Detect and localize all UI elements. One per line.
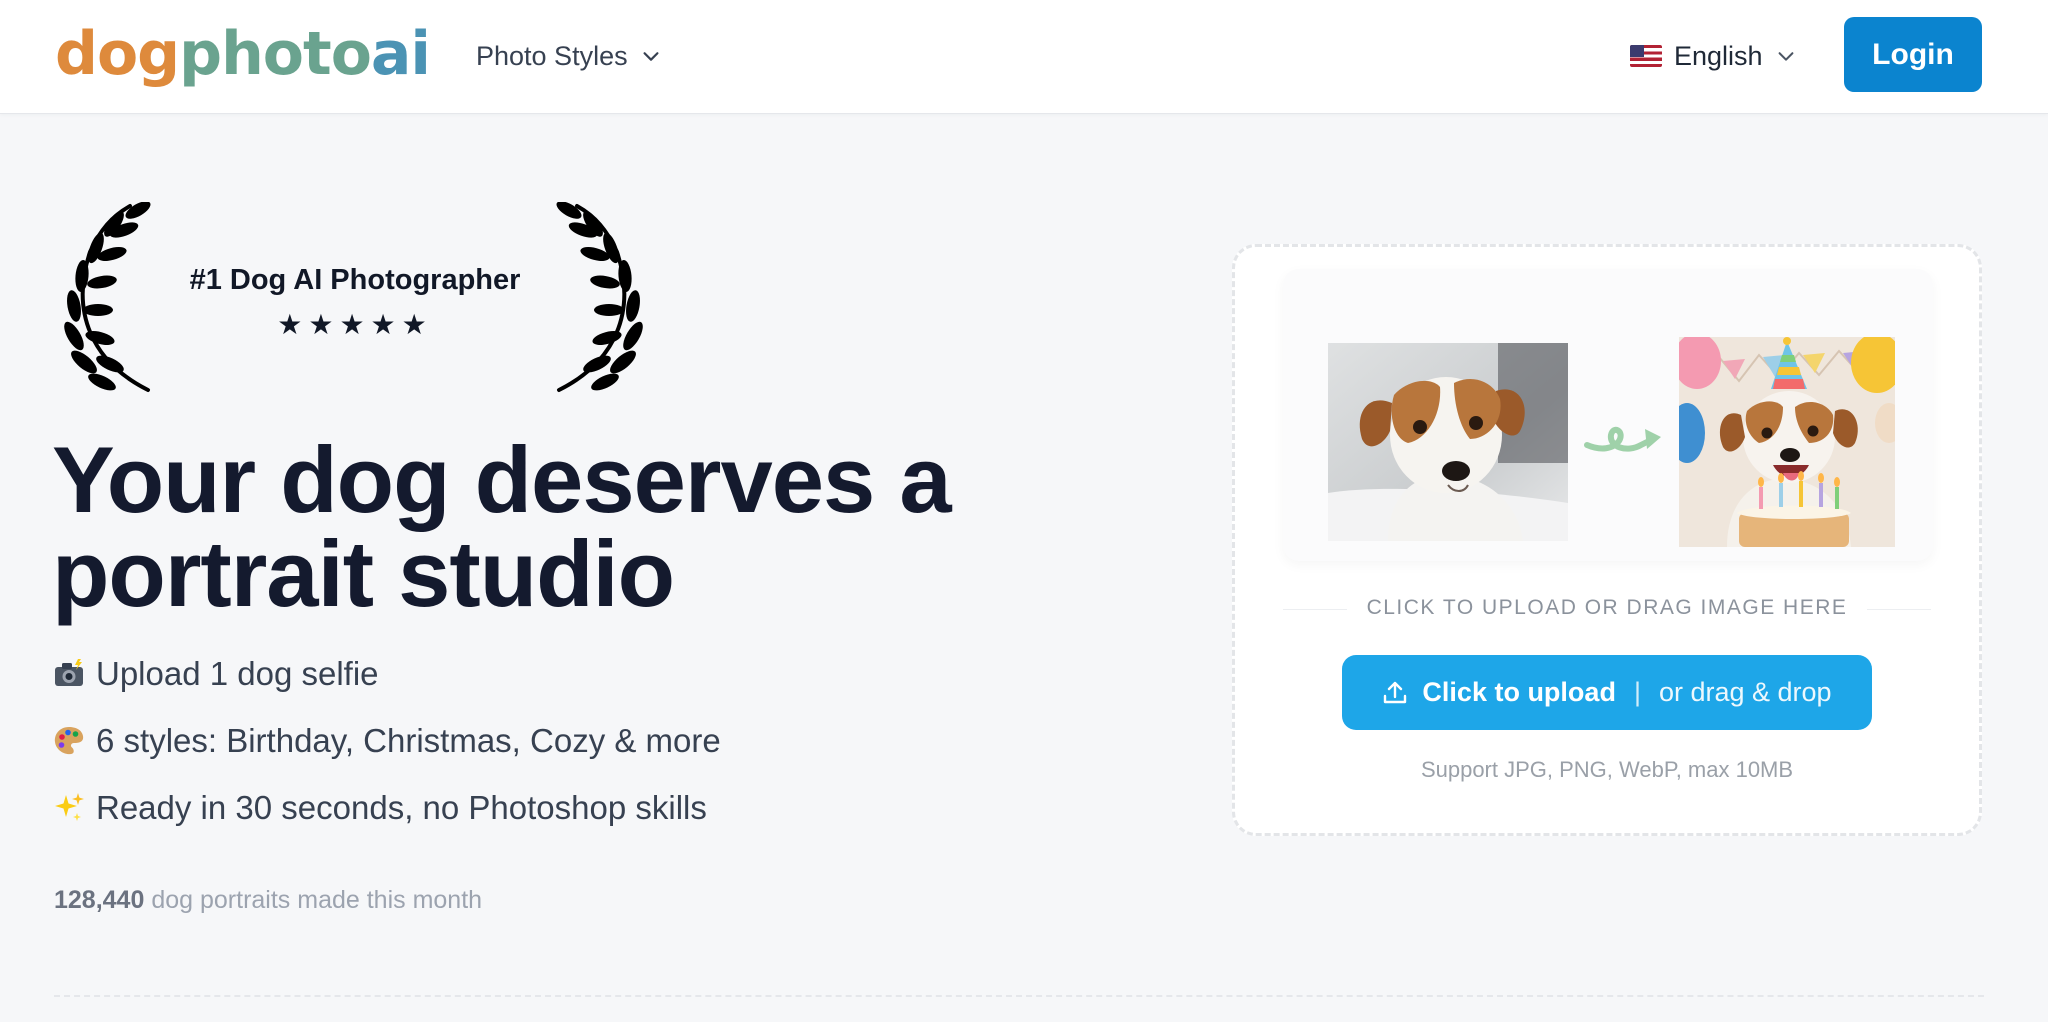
us-flag-icon bbox=[1630, 45, 1662, 67]
portrait-counter: 128,440 dog portraits made this month bbox=[54, 886, 482, 915]
upload-button-label: Click to upload bbox=[1422, 677, 1616, 707]
feature-item: 6 styles: Birthday, Christmas, Cozy & mo… bbox=[52, 719, 721, 763]
logo-part-ai: ai bbox=[370, 19, 431, 89]
logo[interactable]: dogphotoai bbox=[55, 14, 431, 94]
hero-title-line2: portrait studio bbox=[52, 521, 675, 626]
sparkles-icon bbox=[55, 793, 84, 821]
hero-title: Your dog deserves a portrait studio bbox=[52, 433, 1002, 621]
section-divider bbox=[54, 995, 1984, 997]
upload-icon bbox=[1384, 681, 1407, 703]
language-selector[interactable]: English bbox=[1630, 36, 1797, 76]
feature-item: Ready in 30 seconds, no Photoshop skills bbox=[52, 786, 721, 830]
feature-list: Upload 1 dog selfie 6 styles: Birthday, … bbox=[52, 652, 721, 853]
login-button[interactable]: Login bbox=[1844, 17, 1982, 92]
portrait-count: 128,440 bbox=[54, 886, 145, 914]
before-dog-photo bbox=[1328, 343, 1568, 541]
laurel-left-icon bbox=[64, 202, 151, 392]
chevron-down-icon bbox=[643, 52, 659, 61]
top-navbar: dogphotoai Photo Styles English Login bbox=[0, 0, 2048, 114]
supported-formats: Support JPG, PNG, WebP, max 10MB bbox=[1420, 757, 1794, 782]
feature-text: 6 styles: Birthday, Christmas, Cozy & mo… bbox=[96, 722, 721, 759]
hero-title-line1: Your dog deserves a bbox=[52, 427, 952, 532]
award-title: #1 Dog AI Photographer bbox=[189, 264, 521, 296]
award-stars: ★★★★★ bbox=[277, 309, 433, 340]
logo-part-dog: dog bbox=[55, 19, 180, 89]
palette-icon bbox=[54, 727, 84, 755]
chevron-down-icon bbox=[1778, 52, 1793, 61]
upload-button[interactable]: Click to upload | or drag & drop bbox=[1342, 655, 1872, 730]
photo-styles-label: Photo Styles bbox=[476, 40, 628, 71]
after-birthday-dog-photo bbox=[1679, 337, 1895, 547]
upload-instruction: CLICK TO UPLOAD OR DRAG IMAGE HERE bbox=[1366, 596, 1848, 619]
portrait-count-label: dog portraits made this month bbox=[151, 886, 483, 914]
feature-text: Ready in 30 seconds, no Photoshop skills bbox=[96, 789, 707, 826]
laurel-right-icon bbox=[556, 202, 643, 392]
upload-button-separator: | bbox=[1633, 677, 1641, 707]
upload-dropzone[interactable]: CLICK TO UPLOAD OR DRAG IMAGE HERE Click… bbox=[1232, 244, 1982, 836]
feature-text: Upload 1 dog selfie bbox=[96, 655, 379, 692]
language-label: English bbox=[1674, 40, 1763, 71]
before-after-preview bbox=[1283, 269, 1933, 561]
logo-part-photo: photo bbox=[179, 19, 372, 89]
camera-flash-icon bbox=[55, 659, 83, 686]
curly-arrow-icon bbox=[1584, 426, 1661, 452]
upload-button-alt-label: or drag & drop bbox=[1658, 677, 1832, 707]
photo-styles-dropdown[interactable]: Photo Styles bbox=[476, 36, 662, 76]
feature-item: Upload 1 dog selfie bbox=[52, 652, 721, 696]
